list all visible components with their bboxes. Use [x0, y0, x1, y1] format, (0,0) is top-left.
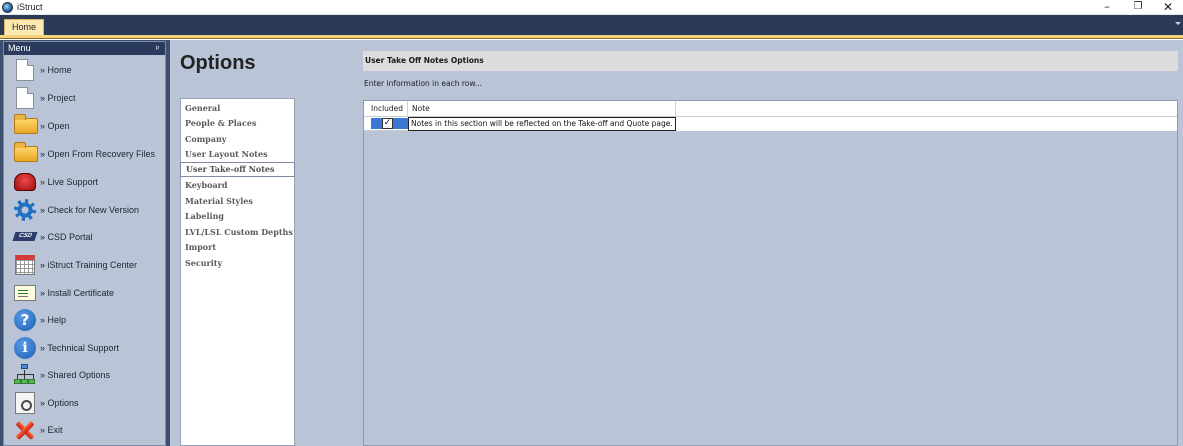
- category-user-takeoff-notes[interactable]: User Take-off Notes: [180, 162, 295, 177]
- menu-item-csd-portal[interactable]: CSD » CSD Portal: [12, 224, 164, 250]
- menu-item-help[interactable]: ? » Help: [14, 307, 164, 333]
- category-labeling[interactable]: Labeling: [185, 211, 224, 221]
- title-bar: iStruct: [0, 0, 1183, 15]
- ribbon-bar: [0, 15, 1183, 35]
- category-people-places[interactable]: People & Places: [185, 118, 256, 128]
- ribbon-strip: [0, 35, 1183, 39]
- calendar-icon: [14, 254, 36, 276]
- document-icon: [14, 87, 36, 109]
- gear-icon: [14, 199, 36, 221]
- category-security[interactable]: Security: [185, 258, 222, 268]
- menu-item-check-version[interactable]: » Check for New Version: [14, 197, 164, 223]
- document-icon: [14, 59, 36, 81]
- info-icon: i: [14, 337, 36, 359]
- category-import[interactable]: Import: [185, 242, 216, 252]
- help-icon: ?: [14, 309, 36, 331]
- category-lvl-lsl-custom-depths[interactable]: LVL/LSL Custom Depths: [185, 227, 293, 237]
- folder-icon: [14, 142, 38, 165]
- menu-title: Menu: [8, 43, 31, 53]
- row-filler: [676, 117, 1177, 131]
- section-header: User Take Off Notes Options: [363, 51, 1178, 71]
- menu-item-options[interactable]: » Options: [14, 390, 164, 416]
- phone-icon: [14, 171, 36, 193]
- menu-item-shared-options[interactable]: » Shared Options: [14, 362, 164, 388]
- category-keyboard[interactable]: Keyboard: [185, 180, 227, 190]
- menu-item-technical-support[interactable]: i » Technical Support: [14, 335, 164, 361]
- menu-item-open[interactable]: » Open: [14, 113, 164, 139]
- minimize-button[interactable]: –: [1092, 0, 1122, 15]
- close-button[interactable]: ✕: [1153, 0, 1183, 15]
- app-logo-icon: [2, 1, 13, 13]
- network-icon: [14, 364, 36, 386]
- menu-item-install-certificate[interactable]: » Install Certificate: [14, 280, 164, 306]
- tab-home[interactable]: Home: [4, 19, 45, 35]
- csd-logo-icon: CSD: [12, 226, 38, 248]
- page-title: Options: [180, 52, 256, 74]
- menu-item-training-center[interactable]: » iStruct Training Center: [14, 252, 164, 278]
- included-checkbox[interactable]: ✓: [382, 118, 393, 129]
- menu-item-exit[interactable]: » Exit: [14, 417, 164, 443]
- exit-icon: [14, 419, 36, 441]
- menu-item-live-support[interactable]: » Live Support: [14, 169, 164, 195]
- table-row[interactable]: ✓ Notes in this section will be reflecte…: [364, 117, 1177, 131]
- category-user-layout-notes[interactable]: User Layout Notes: [185, 149, 268, 159]
- notes-grid: Included Note ✓ Notes in this section wi…: [363, 100, 1178, 446]
- menu-item-home[interactable]: » Home: [14, 57, 164, 83]
- ribbon-expand-icon[interactable]: [1175, 22, 1181, 25]
- window-title: iStruct: [17, 2, 43, 12]
- instruction-text: Enter information in each row...: [364, 79, 482, 88]
- grid-header: Included Note: [364, 101, 1177, 117]
- menu-header: Menu ᵖ: [4, 42, 165, 55]
- column-header-included[interactable]: Included: [364, 101, 408, 117]
- pin-icon[interactable]: ᵖ: [156, 42, 159, 55]
- column-header-note[interactable]: Note: [408, 101, 676, 117]
- note-cell-input[interactable]: Notes in this section will be reflected …: [408, 117, 676, 131]
- category-material-styles[interactable]: Material Styles: [185, 196, 253, 206]
- maximize-button[interactable]: ❐: [1123, 0, 1153, 15]
- menu-item-open-recovery[interactable]: » Open From Recovery Files: [14, 141, 164, 167]
- options-category-list: General People & Places Company User Lay…: [180, 98, 295, 446]
- category-company[interactable]: Company: [185, 134, 226, 144]
- included-cell[interactable]: ✓: [371, 118, 408, 129]
- folder-icon: [14, 114, 38, 137]
- menu-item-project[interactable]: » Project: [14, 85, 164, 111]
- certificate-icon: [14, 282, 36, 304]
- side-menu: Menu ᵖ » Home » Project » Open » Open Fr…: [3, 41, 166, 446]
- options-icon: [14, 392, 36, 414]
- category-general[interactable]: General: [185, 103, 220, 113]
